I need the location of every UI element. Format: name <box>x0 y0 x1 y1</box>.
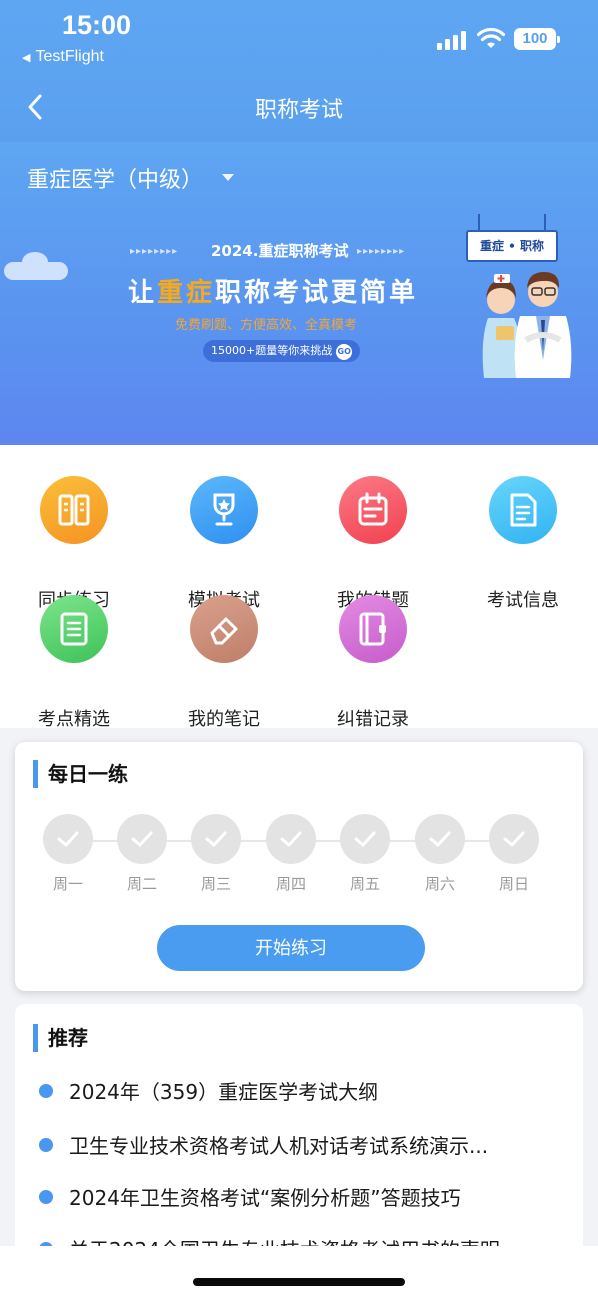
slogan-post: 职称考试更简单 <box>215 278 419 308</box>
day-monday: 周一 <box>31 814 105 894</box>
grid-item-exam-info[interactable]: 考试信息 <box>463 476 583 611</box>
grid-label: 考试信息 <box>487 590 559 611</box>
arrow-decoration-left: ▸▸▸▸▸▸▸▸ <box>130 246 179 257</box>
grid-item-my-mistakes[interactable]: 我的错题 <box>313 476 433 611</box>
slogan-highlight: 重症 <box>157 278 216 308</box>
go-badge: GO <box>336 344 353 360</box>
day-saturday: 周六 <box>403 814 477 894</box>
day-label: 周四 <box>275 875 306 893</box>
day-label: 周三 <box>200 875 231 893</box>
grid-label: 我的笔记 <box>188 709 260 730</box>
header: 15:00 ◀ TestFlight 100 职称考试 <box>0 0 598 142</box>
check-icon <box>415 814 465 864</box>
daily-title: 每日一练 <box>33 760 128 788</box>
bullet-dot <box>39 1138 53 1152</box>
weekday-track: 周一 周二 周三 周四 周五 周六 周日 <box>15 814 583 904</box>
eraser-icon <box>190 595 258 663</box>
challenge-pill[interactable]: 15000+题量等你来挑战 GO <box>203 340 361 362</box>
recommend-item[interactable]: 2024年（359）重症医学考试大纲 <box>39 1076 569 1106</box>
calendar-icon <box>339 476 407 544</box>
bullet-dot <box>39 1190 53 1204</box>
daily-practice-card: 每日一练 周一 周二 周三 周四 周五 周六 周日 开始练习 <box>15 742 583 991</box>
grid-item-mock-exam[interactable]: 模拟考试 <box>164 476 284 611</box>
caret-down-icon[interactable] <box>222 174 234 181</box>
bullet-dot <box>39 1084 53 1098</box>
back-to-testflight[interactable]: ◀ TestFlight <box>22 48 104 66</box>
check-icon <box>489 814 539 864</box>
signal-icon <box>437 30 469 50</box>
banner[interactable]: 重症医学（中级） ▸▸▸▸▸▸▸▸ 2024.重症职称考试 ▸▸▸▸▸▸▸▸ 让… <box>0 142 598 445</box>
nav-bar: 职称考试 <box>0 80 598 134</box>
trophy-icon <box>190 476 258 544</box>
start-practice-button[interactable]: 开始练习 <box>157 925 425 971</box>
subject-selector[interactable]: 重症医学（中级） <box>27 162 203 194</box>
recommend-item-text: 2024年卫生资格考试“案例分析题”答题技巧 <box>69 1186 461 1210</box>
day-label: 周二 <box>126 875 157 893</box>
banner-slogan: 让重症职称考试更简单 <box>128 272 418 309</box>
recommend-item-text: 卫生专业技术资格考试人机对话考试系统演示... <box>69 1134 489 1158</box>
book-icon <box>40 476 108 544</box>
recommend-item[interactable]: 卫生专业技术资格考试人机对话考试系统演示... <box>39 1130 569 1160</box>
recommend-item-text: 2024年（359）重症医学考试大纲 <box>69 1080 379 1104</box>
day-label: 周六 <box>424 875 455 893</box>
check-icon <box>266 814 316 864</box>
arrow-decoration-right: ▸▸▸▸▸▸▸▸ <box>357 246 406 257</box>
battery-indicator: 100 <box>514 28 560 50</box>
status-bar: 15:00 ◀ TestFlight 100 <box>0 0 598 74</box>
page-title: 职称考试 <box>254 98 343 123</box>
banner-year-title: 2024.重症职称考试 <box>211 242 349 260</box>
grid-item-key-points[interactable]: 考点精选 <box>14 595 134 730</box>
cloud-decoration <box>4 252 68 280</box>
grid-label: 纠错记录 <box>337 709 409 730</box>
day-sunday: 周日 <box>477 814 551 894</box>
challenge-text: 15000+题量等你来挑战 <box>211 344 333 357</box>
grid-item-correction-records[interactable]: 纠错记录 <box>313 595 433 730</box>
check-icon <box>117 814 167 864</box>
day-friday: 周五 <box>328 814 402 894</box>
day-label: 周日 <box>498 875 529 893</box>
banner-sign: 重症 • 职称 <box>466 214 558 262</box>
grid-item-sync-practice[interactable]: 同步练习 <box>14 476 134 611</box>
notebook-icon <box>339 595 407 663</box>
slogan-pre: 让 <box>128 278 158 308</box>
grid-item-my-notes[interactable]: 我的笔记 <box>164 595 284 730</box>
banner-subtitle: 免费刷题、方便高效、全真模考 <box>175 318 358 333</box>
document-icon <box>489 476 557 544</box>
check-icon <box>191 814 241 864</box>
day-wednesday: 周三 <box>179 814 253 894</box>
home-indicator[interactable] <box>193 1278 405 1286</box>
day-label: 周一 <box>52 875 83 893</box>
bottom-safe-area <box>0 1246 598 1300</box>
day-label: 周五 <box>349 875 380 893</box>
recommend-title: 推荐 <box>33 1024 88 1052</box>
grid-label: 考点精选 <box>38 709 110 730</box>
check-icon <box>43 814 93 864</box>
back-triangle-icon: ◀ <box>22 52 31 64</box>
back-app-label: TestFlight <box>35 48 104 65</box>
status-time: 15:00 <box>62 10 132 40</box>
day-tuesday: 周二 <box>105 814 179 894</box>
wifi-icon <box>477 27 505 48</box>
check-icon <box>340 814 390 864</box>
function-grid: 同步练习 模拟考试 我的错题 考试信息 考点精选 我的笔记 纠错记录 <box>0 445 598 730</box>
recommend-item[interactable]: 2024年卫生资格考试“案例分析题”答题技巧 <box>39 1182 569 1212</box>
recommend-section: 推荐 2024年（359）重症医学考试大纲 卫生专业技术资格考试人机对话考试系统… <box>15 1004 583 1264</box>
doctors-illustration <box>482 272 572 378</box>
list-icon <box>40 595 108 663</box>
day-thursday: 周四 <box>254 814 328 894</box>
